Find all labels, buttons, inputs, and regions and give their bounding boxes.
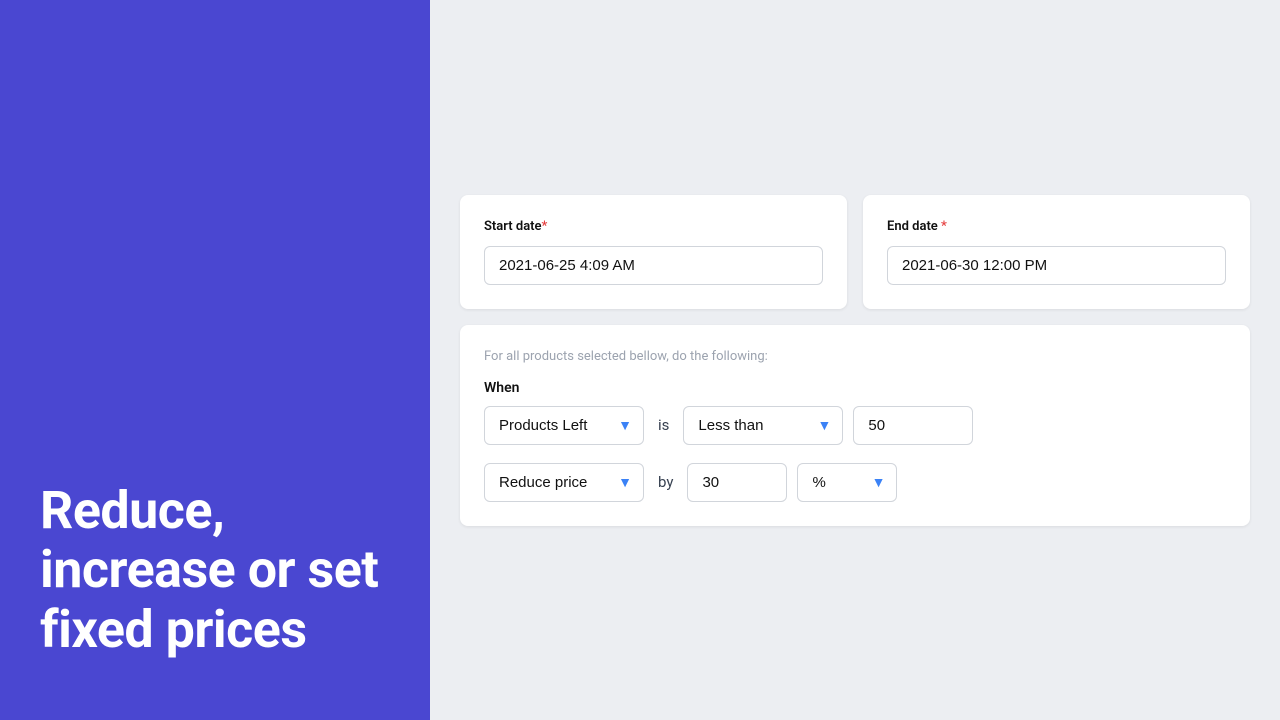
is-label: is — [654, 416, 673, 434]
unit-wrapper: % Fixed ▼ — [797, 463, 897, 502]
left-panel: Reduce, increase or set fixed prices — [0, 0, 430, 720]
start-date-label: Start date* — [484, 219, 823, 234]
condition-select[interactable]: Products Left Products Sold Revenue — [484, 406, 644, 445]
hero-headline: Reduce, increase or set fixed prices — [40, 481, 390, 660]
date-row: Start date* End date * — [460, 195, 1250, 309]
condition-row: Products Left Products Sold Revenue ▼ is… — [484, 406, 1226, 445]
rule-card: For all products selected bellow, do the… — [460, 325, 1250, 526]
unit-select[interactable]: % Fixed — [797, 463, 897, 502]
rule-description: For all products selected bellow, do the… — [484, 349, 1226, 364]
threshold-input[interactable] — [853, 406, 973, 445]
right-panel: Start date* End date * For all products … — [430, 0, 1280, 720]
by-label: by — [654, 473, 677, 491]
operator-select[interactable]: Less than Greater than Equal to — [683, 406, 843, 445]
cards-container: Start date* End date * For all products … — [460, 195, 1250, 526]
products-left-wrapper: Products Left Products Sold Revenue ▼ — [484, 406, 644, 445]
end-date-card: End date * — [863, 195, 1250, 309]
when-label: When — [484, 380, 1226, 396]
action-select[interactable]: Reduce price Increase price Set fixed pr… — [484, 463, 644, 502]
start-date-card: Start date* — [460, 195, 847, 309]
by-value-input[interactable] — [687, 463, 787, 502]
operator-wrapper: Less than Greater than Equal to ▼ — [683, 406, 843, 445]
action-wrapper: Reduce price Increase price Set fixed pr… — [484, 463, 644, 502]
end-date-label: End date * — [887, 219, 1226, 234]
end-date-input[interactable] — [887, 246, 1226, 285]
action-row: Reduce price Increase price Set fixed pr… — [484, 463, 1226, 502]
start-date-input[interactable] — [484, 246, 823, 285]
